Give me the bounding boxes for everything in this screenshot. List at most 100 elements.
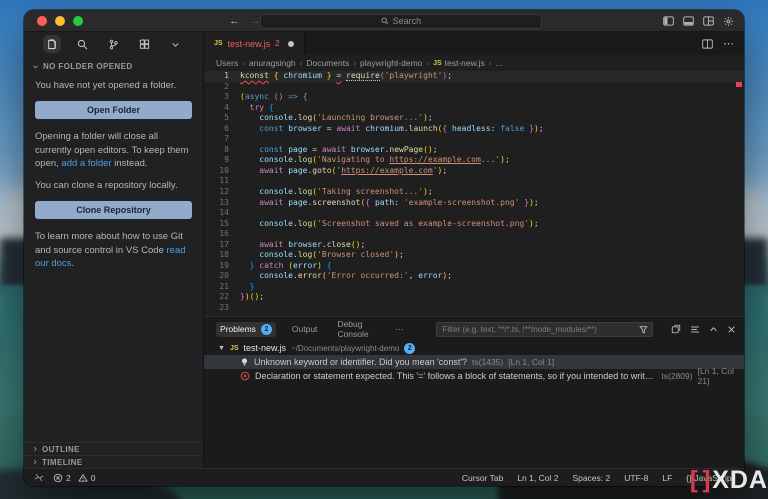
- unsaved-dot-icon[interactable]: [288, 41, 294, 47]
- search-placeholder: Search: [393, 16, 422, 26]
- minimize-window-button[interactable]: [55, 16, 65, 26]
- maximize-panel-icon[interactable]: [709, 325, 718, 334]
- line-number: 21: [204, 282, 240, 293]
- code-line[interactable]: 4 try {: [204, 103, 744, 114]
- code-line[interactable]: 3(async () => {: [204, 92, 744, 103]
- code-line[interactable]: 16: [204, 229, 744, 240]
- error-count: 2: [66, 473, 71, 483]
- search-icon[interactable]: [74, 35, 92, 53]
- clone-repository-button[interactable]: Clone Repository: [35, 201, 192, 219]
- error-icon: [240, 371, 250, 381]
- breadcrumb-item[interactable]: ...: [495, 58, 502, 68]
- open-folder-button[interactable]: Open Folder: [35, 101, 192, 119]
- customize-layout-icon[interactable]: [703, 16, 714, 26]
- breadcrumb-item[interactable]: Users: [216, 58, 238, 68]
- history-nav: ← →: [229, 10, 261, 32]
- line-number: 9: [204, 155, 240, 166]
- panel-tab-problems[interactable]: Problems2: [216, 322, 276, 337]
- explorer-section-header[interactable]: NO FOLDER OPENED: [24, 56, 203, 75]
- split-editor-icon[interactable]: [702, 39, 713, 49]
- tab-error-count: 2: [275, 39, 279, 48]
- line-number: 5: [204, 113, 240, 124]
- breadcrumb-item[interactable]: Documents: [306, 58, 349, 68]
- explorer-icon[interactable]: [43, 35, 61, 53]
- extensions-icon[interactable]: [136, 35, 154, 53]
- code-line[interactable]: 18 console.log('Browser closed');: [204, 250, 744, 261]
- line-number: 4: [204, 103, 240, 114]
- no-folder-text: You have not yet opened a folder.: [35, 79, 192, 92]
- breadcrumb-item[interactable]: JStest-new.js: [433, 58, 485, 68]
- problems-file-name: test-new.js: [244, 343, 287, 353]
- source-control-icon[interactable]: [105, 35, 123, 53]
- problems-filter[interactable]: [436, 322, 653, 337]
- code-line[interactable]: 7: [204, 134, 744, 145]
- breadcrumb-separator: ›: [353, 59, 356, 68]
- line-number: 17: [204, 240, 240, 251]
- line-number: 16: [204, 229, 240, 240]
- code-line[interactable]: 6 const browser = await chromium.launch(…: [204, 124, 744, 135]
- more-actions-icon[interactable]: ⋯: [723, 37, 735, 50]
- gear-icon[interactable]: [723, 16, 734, 27]
- code-line[interactable]: 17 await browser.close();: [204, 240, 744, 251]
- code-line[interactable]: 21 }: [204, 282, 744, 293]
- toggle-sidebar-icon[interactable]: [663, 16, 674, 26]
- code-line[interactable]: 9 console.log('Navigating to https://exa…: [204, 155, 744, 166]
- breadcrumb-item[interactable]: playwright-demo: [360, 58, 422, 68]
- code-line[interactable]: 20 console.error('Error occurred:', erro…: [204, 271, 744, 282]
- status-cursor-tab[interactable]: Cursor Tab: [462, 473, 503, 483]
- toggle-panel-icon[interactable]: [683, 16, 694, 26]
- line-number: 2: [204, 82, 240, 93]
- code-line[interactable]: 8 const page = await browser.newPage();: [204, 145, 744, 156]
- problems-status[interactable]: 2 0: [53, 473, 95, 483]
- panel-tab-debug-console[interactable]: Debug Console: [333, 317, 379, 341]
- line-number: 18: [204, 250, 240, 261]
- status-utf-8[interactable]: UTF-8: [624, 473, 648, 483]
- chevron-down-icon[interactable]: [167, 35, 185, 53]
- code-line[interactable]: 12 console.log('Taking screenshot...');: [204, 187, 744, 198]
- code-editor[interactable]: 1kconst { chromium } = require('playwrig…: [204, 71, 744, 316]
- tab-label: test-new.js: [228, 39, 271, 49]
- code-line[interactable]: 2: [204, 82, 744, 93]
- tab-test-new-js[interactable]: JS test-new.js 2: [204, 32, 305, 55]
- line-number: 10: [204, 166, 240, 177]
- js-file-icon: JS: [214, 40, 223, 47]
- close-panel-icon[interactable]: [727, 325, 736, 334]
- problem-row[interactable]: Unknown keyword or identifier. Did you m…: [204, 355, 744, 369]
- code-line[interactable]: 15 console.log('Screenshot saved as exam…: [204, 219, 744, 230]
- problems-file-row[interactable]: ▼ JS test-new.js ~/Documents/playwright-…: [204, 341, 744, 355]
- status-ln-1-col-2[interactable]: Ln 1, Col 2: [517, 473, 558, 483]
- sidebar: NO FOLDER OPENED You have not yet opened…: [24, 32, 204, 468]
- view-as-list-icon[interactable]: [690, 325, 700, 334]
- problems-filter-input[interactable]: [443, 325, 635, 334]
- panel-header-icons: [671, 324, 736, 334]
- code-line[interactable]: 19 } catch (error) {: [204, 261, 744, 272]
- code-line[interactable]: 22})();: [204, 292, 744, 303]
- code-line[interactable]: 5 console.log('Launching browser...');: [204, 113, 744, 124]
- code-line[interactable]: 23: [204, 303, 744, 314]
- panel-tab-badge: 2: [261, 324, 272, 335]
- breadcrumb-item[interactable]: anuragsingh: [249, 58, 296, 68]
- code-line[interactable]: 10 await page.goto('https://example.com'…: [204, 166, 744, 177]
- code-line[interactable]: 1kconst { chromium } = require('playwrig…: [204, 71, 744, 82]
- remote-icon[interactable]: [34, 473, 44, 482]
- code-line[interactable]: 13 await page.screenshot({ path: 'exampl…: [204, 198, 744, 209]
- panel-tab-output[interactable]: Output: [288, 322, 322, 336]
- line-number: 20: [204, 271, 240, 282]
- filter-icon[interactable]: [639, 325, 648, 334]
- code-line[interactable]: 14: [204, 208, 744, 219]
- problem-row[interactable]: Declaration or statement expected. This …: [204, 369, 744, 383]
- editor-actions: ⋯: [702, 32, 735, 55]
- status-spaces-2[interactable]: Spaces: 2: [572, 473, 610, 483]
- close-window-button[interactable]: [37, 16, 47, 26]
- status-lf[interactable]: LF: [662, 473, 672, 483]
- group-by-icon[interactable]: [671, 324, 681, 334]
- zoom-window-button[interactable]: [73, 16, 83, 26]
- back-icon[interactable]: ←: [229, 15, 240, 27]
- add-folder-link[interactable]: add a folder: [61, 158, 111, 169]
- timeline-section[interactable]: TIMELINE: [24, 455, 203, 468]
- command-search-box[interactable]: Search: [260, 14, 542, 29]
- outline-section[interactable]: OUTLINE: [24, 442, 203, 455]
- line-number: 7: [204, 134, 240, 145]
- panel-tab--[interactable]: ⋯: [391, 322, 408, 337]
- code-line[interactable]: 11: [204, 176, 744, 187]
